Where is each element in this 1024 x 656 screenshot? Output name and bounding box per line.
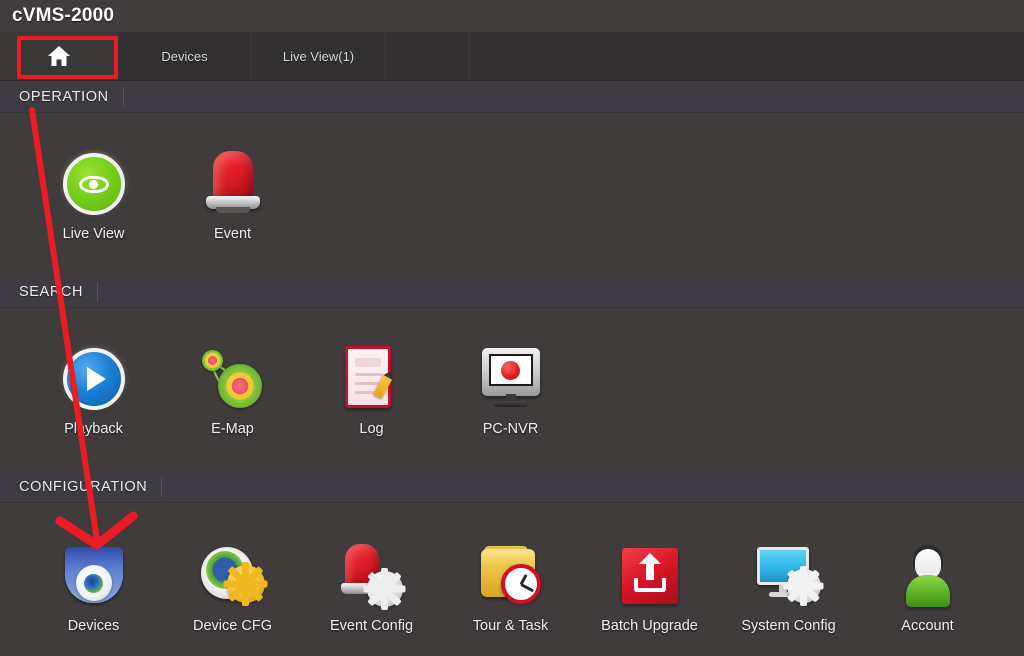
section-grid-operation: Live View Event: [0, 148, 1024, 242]
pc-nvr-icon: [475, 343, 547, 415]
tab-live-view-label: Live View(1): [282, 48, 355, 64]
app-tile-label: Devices: [67, 618, 120, 634]
section-title-operation: OPERATION: [19, 88, 109, 105]
app-tile-label: Event Config: [329, 618, 414, 634]
app-tile-label: Live View: [62, 226, 125, 242]
tab-bar-spacer: [386, 32, 470, 80]
app-tile-log[interactable]: Log: [302, 343, 441, 437]
tab-devices-label: Devices: [161, 48, 208, 64]
app-title: cVMS-2000: [12, 5, 115, 26]
section-title-configuration: CONFIGURATION: [19, 478, 148, 495]
app-tile-label: Log: [359, 421, 384, 437]
section-grid-configuration: Devices Device CFG Event Config Tour & T…: [0, 540, 1024, 634]
batch-upgrade-icon: [614, 540, 686, 612]
app-tile-label: Tour & Task: [472, 618, 549, 634]
devices-icon: [58, 540, 130, 612]
tab-bar: Devices Live View(1): [0, 32, 1024, 81]
app-tile-batch-upgrade[interactable]: Batch Upgrade: [580, 540, 719, 634]
section-header-operation: OPERATION: [0, 81, 1024, 113]
app-tile-label: E-Map: [211, 421, 254, 437]
tab-home[interactable]: [0, 32, 118, 80]
home-icon: [47, 45, 71, 67]
app-tile-emap[interactable]: E-Map: [163, 343, 302, 437]
section-header-search: SEARCH: [0, 276, 1024, 308]
title-bar: cVMS-2000: [0, 0, 1024, 32]
app-tile-label: Device CFG: [193, 618, 272, 634]
log-icon: [336, 343, 408, 415]
app-tile-label: Batch Upgrade: [601, 618, 698, 634]
system-config-icon: [753, 540, 825, 612]
live-view-icon: [58, 148, 130, 220]
app-tile-label: Event: [213, 226, 252, 242]
app-tile-label: Account: [901, 618, 954, 634]
app-tile-account[interactable]: Account: [858, 540, 997, 634]
app-tile-pc-nvr[interactable]: PC-NVR: [441, 343, 580, 437]
account-icon: [892, 540, 964, 612]
tab-devices[interactable]: Devices: [118, 32, 252, 80]
app-tile-tour-task[interactable]: Tour & Task: [441, 540, 580, 634]
app-tile-label: Playback: [64, 421, 123, 437]
app-tile-devices[interactable]: Devices: [24, 540, 163, 634]
app-tile-live-view[interactable]: Live View: [24, 148, 163, 242]
playback-icon: [58, 343, 130, 415]
device-cfg-icon: [197, 540, 269, 612]
app-tile-device-cfg[interactable]: Device CFG: [163, 540, 302, 634]
app-tile-event-config[interactable]: Event Config: [302, 540, 441, 634]
section-title-search: SEARCH: [19, 283, 84, 300]
emap-icon: [197, 343, 269, 415]
event-beacon-icon: [197, 148, 269, 220]
app-tile-label: System Config: [741, 618, 836, 634]
app-tile-system-config[interactable]: System Config: [719, 540, 858, 634]
app-tile-event[interactable]: Event: [163, 148, 302, 242]
app-tile-label: PC-NVR: [482, 421, 539, 437]
section-divider: [97, 281, 99, 302]
section-header-configuration: CONFIGURATION: [0, 471, 1024, 503]
event-config-icon: [336, 540, 408, 612]
app-tile-playback[interactable]: Playback: [24, 343, 163, 437]
section-divider: [161, 476, 163, 497]
section-divider: [122, 86, 124, 107]
tab-live-view[interactable]: Live View(1): [252, 32, 386, 80]
tour-task-icon: [475, 540, 547, 612]
section-grid-search: Playback E-Map Log PC-NVR: [0, 343, 1024, 437]
